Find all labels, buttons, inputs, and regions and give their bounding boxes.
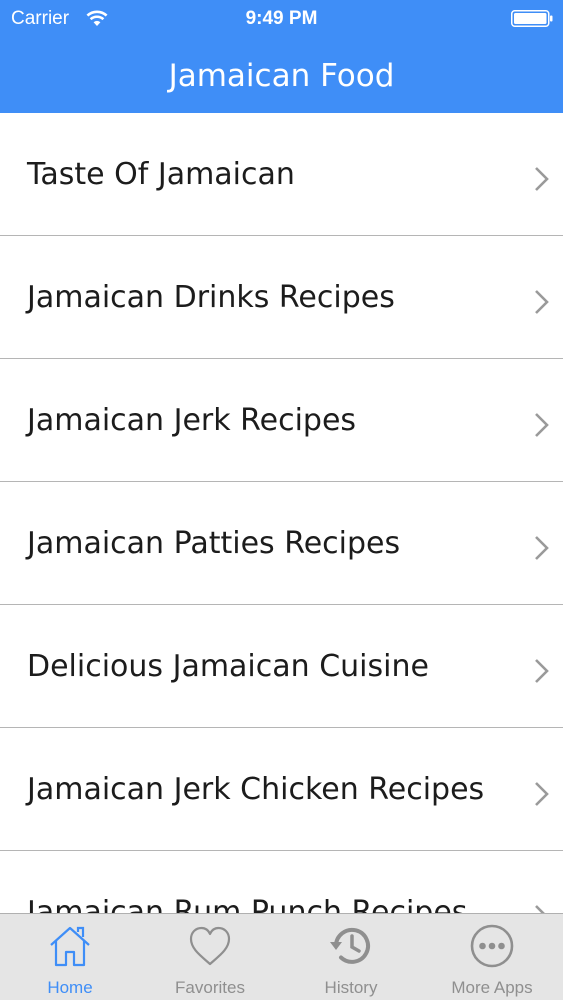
list-item-label: Jamaican Jerk Chicken Recipes <box>27 772 485 807</box>
tab-history[interactable]: History <box>281 914 421 1000</box>
chevron-right-icon <box>535 536 549 560</box>
list-item[interactable]: Jamaican Jerk Recipes <box>0 359 563 482</box>
list-item-label: Taste Of Jamaican <box>27 157 295 192</box>
recipe-list: Taste Of Jamaican Jamaican Drinks Recipe… <box>0 113 563 913</box>
page-title: Jamaican Food <box>168 58 395 94</box>
tab-label: History <box>324 978 378 997</box>
list-item[interactable]: Delicious Jamaican Cuisine <box>0 605 563 728</box>
list-item[interactable]: Jamaican Rum Punch Recipes <box>0 851 563 913</box>
tab-label: Home <box>47 978 93 997</box>
list-item-label: Jamaican Jerk Recipes <box>27 403 357 438</box>
history-icon <box>330 927 370 964</box>
tab-label: Favorites <box>175 978 245 997</box>
list-item[interactable]: Jamaican Drinks Recipes <box>0 236 563 359</box>
tab-label: More Apps <box>451 978 533 997</box>
tab-bar: Home Favorites History More Apps <box>0 913 563 1000</box>
list-item-label: Delicious Jamaican Cuisine <box>27 649 429 684</box>
clock: 9:49 PM <box>245 8 318 29</box>
list-item[interactable]: Jamaican Jerk Chicken Recipes <box>0 728 563 851</box>
home-icon <box>50 926 90 967</box>
list-item-label: Jamaican Patties Recipes <box>27 526 401 561</box>
list-item[interactable]: Jamaican Patties Recipes <box>0 482 563 605</box>
chevron-right-icon <box>535 413 549 437</box>
tab-more-apps[interactable]: More Apps <box>422 914 562 1000</box>
header: Carrier 9:49 PM Jamaican Food <box>0 0 563 113</box>
more-icon <box>470 924 514 968</box>
list-item-label: Jamaican Rum Punch Recipes <box>27 895 468 913</box>
list-item-label: Jamaican Drinks Recipes <box>27 280 395 315</box>
chevron-right-icon <box>535 290 549 314</box>
chevron-right-icon <box>535 905 545 913</box>
heart-icon <box>189 926 231 966</box>
chevron-right-icon <box>535 659 549 683</box>
chevron-right-icon <box>535 782 549 806</box>
chevron-right-icon <box>535 167 549 191</box>
tab-home[interactable]: Home <box>0 914 140 1000</box>
tab-favorites[interactable]: Favorites <box>140 914 280 1000</box>
status-bar: Carrier 9:49 PM <box>0 0 563 38</box>
list-item[interactable]: Taste Of Jamaican <box>0 113 563 236</box>
battery-icon <box>511 10 553 27</box>
